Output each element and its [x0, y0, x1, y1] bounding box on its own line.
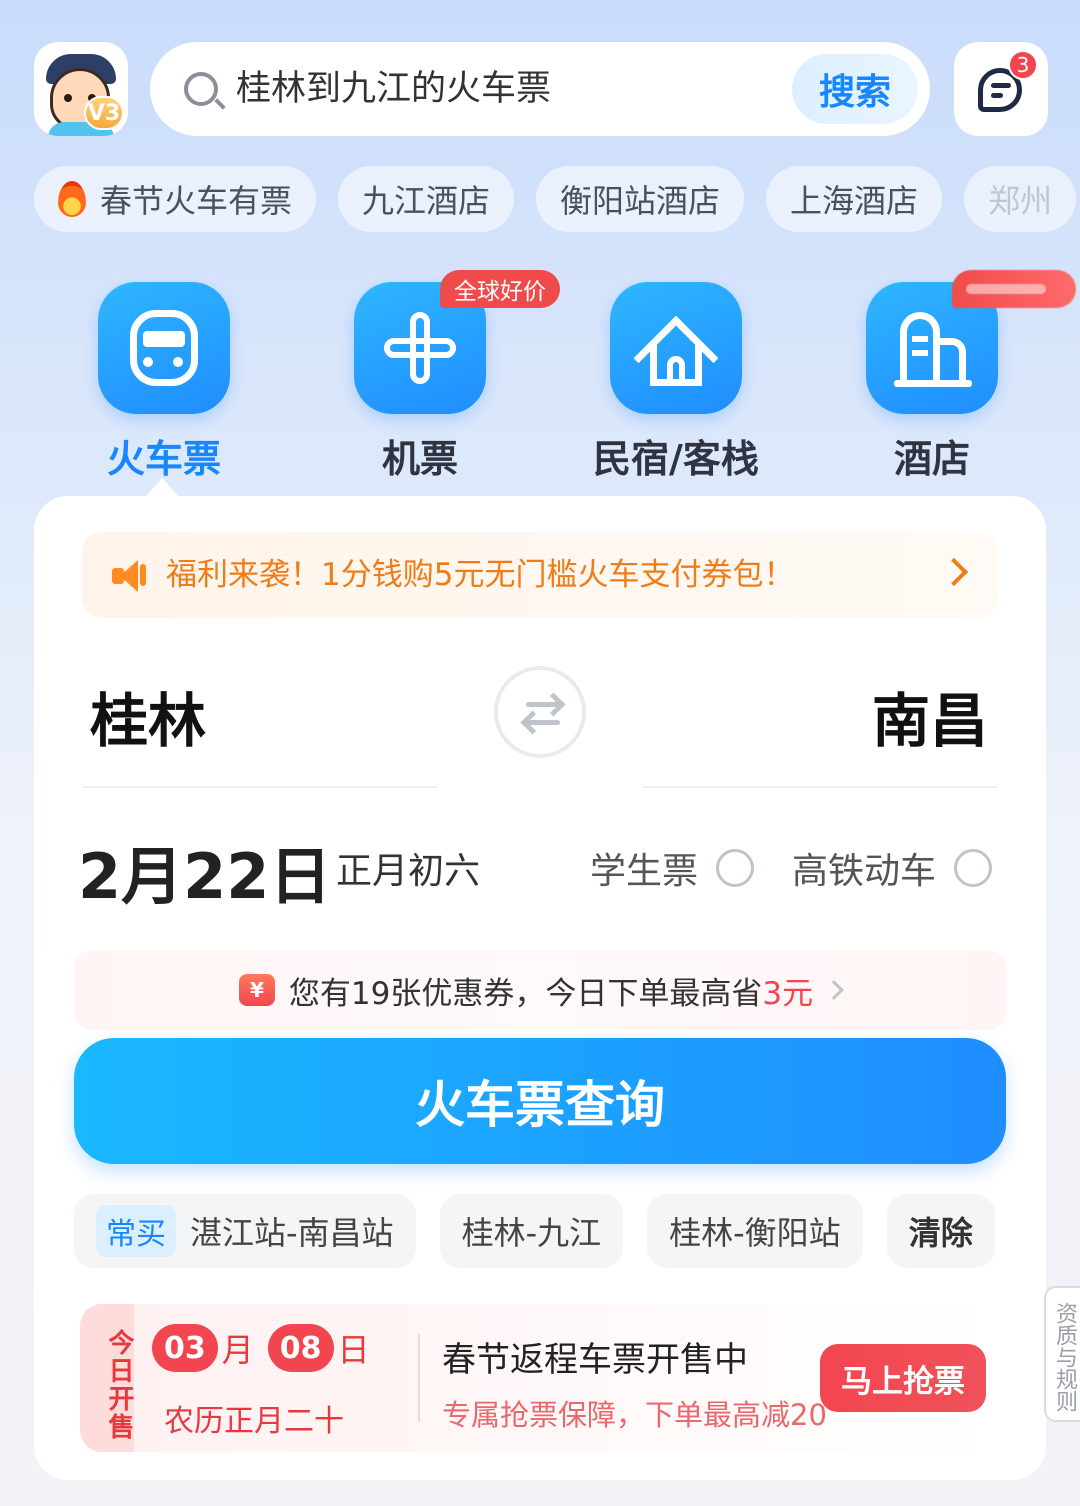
sale-lunar-date: 农历正月二十 [164, 1404, 344, 1439]
notice-text: 福利来袭！1分钱购5元无门槛火车支付券包！ [166, 557, 795, 593]
departure-city[interactable]: 桂林 [90, 674, 206, 758]
plane-icon [384, 312, 456, 384]
history-item[interactable]: 桂林-衡阳站 [647, 1194, 863, 1268]
promo-notice[interactable]: 福利来袭！1分钱购5元无门槛火车支付券包！ [82, 532, 998, 618]
swap-cities-button[interactable] [494, 666, 586, 758]
house-icon [633, 310, 719, 401]
hot-tag[interactable]: 九江酒店 [338, 166, 515, 232]
arrival-city[interactable]: 南昌 [872, 674, 988, 758]
building-icon [894, 312, 972, 387]
fire-icon [58, 181, 86, 217]
lantern-day: 08 [267, 1324, 334, 1372]
high-speed-checkbox[interactable] [954, 849, 993, 887]
sale-title: 春节返程车票开售中 [442, 1340, 748, 1380]
sale-subtitle: 专属抢票保障，下单最高减20 [442, 1398, 827, 1432]
swap-icon [526, 702, 560, 707]
history-item[interactable]: 常买 湛江站-南昌站 [74, 1194, 416, 1268]
search-history: 常买 湛江站-南昌站 桂林-九江 桂林-衡阳站 清除 [74, 1194, 995, 1268]
search-bar[interactable]: 桂林到九江的火车票 搜索 [150, 42, 930, 136]
level-badge: V3 [84, 96, 124, 130]
chevron-right-icon [824, 980, 844, 1000]
search-button[interactable]: 搜索 [792, 54, 918, 124]
return-ticket-sale-banner[interactable]: 今日开售 03 月 08 日 农历正月二十 春节返程车票开售中 专属抢票保障，下… [80, 1304, 1000, 1452]
hot-tag[interactable]: 郑州 [964, 166, 1077, 232]
qualification-rules-tab[interactable]: 资质与规则 [1044, 1286, 1080, 1422]
frequent-tag: 常买 [96, 1205, 176, 1257]
user-avatar[interactable]: V3 [34, 42, 128, 136]
lunar-date: 正月初六 [336, 851, 481, 892]
clear-history-button[interactable]: 清除 [886, 1194, 995, 1268]
hot-search-tags: 春节火车有票 九江酒店 衡阳站酒店 上海酒店 郑州 [34, 166, 1080, 232]
message-count-badge: 3 [1008, 50, 1038, 80]
student-checkbox[interactable] [716, 849, 755, 887]
sale-date: 03 月 08 日 [152, 1324, 384, 1372]
category-label: 酒店 [893, 437, 970, 481]
high-speed-option[interactable]: 高铁动车 [792, 842, 993, 894]
hot-tag[interactable]: 上海酒店 [766, 166, 943, 232]
category-label: 火车票 [106, 437, 221, 481]
messages-button[interactable]: 3 [954, 42, 1048, 136]
train-booking-card: 福利来袭！1分钱购5元无门槛火车支付券包！ 桂林 南昌 2月22日 正月初六 学… [34, 496, 1046, 1480]
sale-today-tag: 今日开售 [80, 1304, 134, 1452]
search-input[interactable]: 桂林到九江的火车票 [236, 66, 551, 112]
student-ticket-option[interactable]: 学生票 [590, 842, 755, 894]
lantern-month: 03 [152, 1324, 218, 1372]
category-train[interactable]: 火车票 [64, 282, 264, 483]
coupon-amount: 3元 [762, 975, 814, 1012]
grab-ticket-button[interactable]: 马上抢票 [820, 1344, 986, 1412]
category-hotel[interactable]: 酒店 [832, 282, 1032, 483]
coupon-icon: ¥ [238, 974, 275, 1006]
hot-tag-spring-festival[interactable]: 春节火车有票 [34, 166, 317, 232]
departure-date[interactable]: 2月22日 [78, 826, 331, 916]
category-flight[interactable]: 机票 [320, 282, 520, 483]
promo-badge: 全球好价 [440, 270, 560, 308]
train-icon [130, 310, 198, 386]
search-icon [184, 72, 218, 106]
category-homestay[interactable]: 民宿/客栈 [576, 282, 776, 483]
search-trains-button[interactable]: 火车票查询 [74, 1038, 1006, 1164]
history-item[interactable]: 桂林-九江 [439, 1194, 624, 1268]
coupon-banner[interactable]: ¥ 您有19张优惠券，今日下单最高省 3元 [74, 950, 1006, 1030]
chevron-right-icon [939, 557, 969, 587]
hot-tag[interactable]: 衡阳站酒店 [536, 166, 745, 232]
category-label: 民宿/客栈 [593, 437, 759, 481]
category-label: 机票 [381, 437, 458, 481]
promo-badge-blurred [952, 270, 1076, 308]
